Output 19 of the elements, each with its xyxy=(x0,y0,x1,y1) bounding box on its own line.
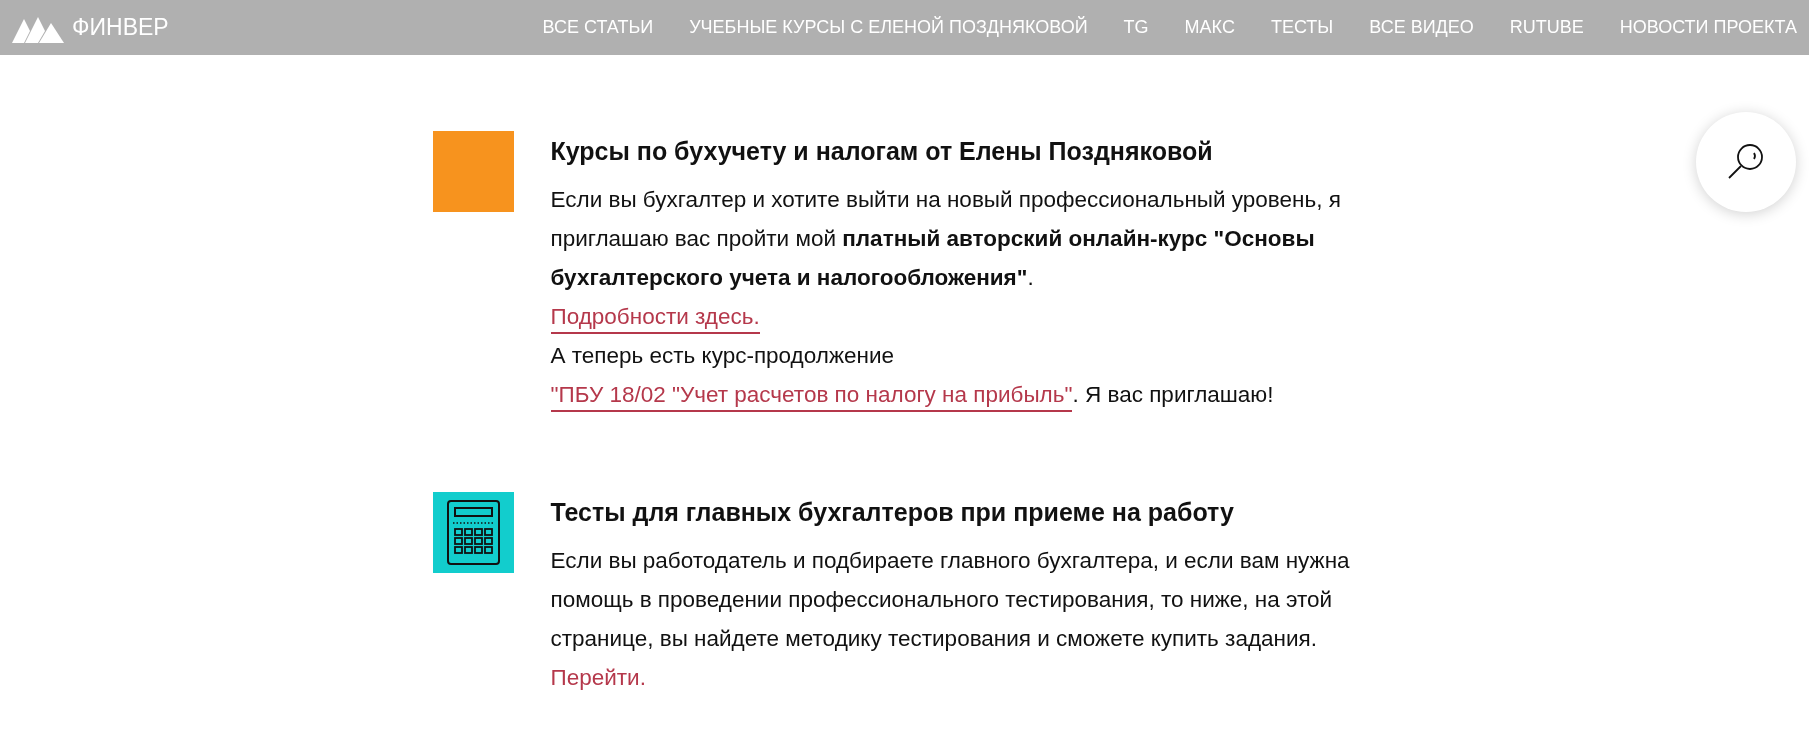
nav-link[interactable]: ВСЕ СТАТЬИ xyxy=(542,17,654,38)
section-title: Курсы по бухучету и налогам от Елены Поздняковой xyxy=(550,137,1214,166)
body-text: А теперь есть курс-продолжение "ПБУ 18/02 "Учет расчетов по налогу на прибыль". Я вас приглашаю! xyxy=(550,336,1373,414)
nav-link[interactable]: RUTUBE xyxy=(1509,17,1584,38)
logo-text: ФИНВЕР xyxy=(72,14,169,41)
search-button[interactable] xyxy=(1696,112,1796,212)
nav-link[interactable]: УЧЕБНЫЕ КУРСЫ С ЕЛЕНОЙ ПОЗДНЯКОВОЙ xyxy=(689,17,1088,38)
nav-link[interactable]: МАКС xyxy=(1184,17,1235,38)
nav-link[interactable]: ВСЕ ВИДЕО xyxy=(1369,17,1474,38)
nav-link[interactable]: НОВОСТИ ПРОЕКТА xyxy=(1619,17,1797,38)
link[interactable]: Подробности здесь. xyxy=(550,304,760,334)
nav-link[interactable]: TG xyxy=(1123,17,1149,38)
nav-link[interactable]: ТЕСТЫ xyxy=(1270,17,1334,38)
link[interactable]: Перейти. xyxy=(550,665,646,690)
calculator-icon xyxy=(432,492,514,573)
body-text: Если вы бухгалтер и хотите выйти на новый профессиональный уровень, я приглашаю вас пройти мой платный авторский онлайн-курс "Основы бухгалтерского учета и налогообложения". xyxy=(550,186,1342,292)
section-title: Тесты для главных бухгалтеров при приеме на работу xyxy=(550,498,1235,527)
body-text: Если вы работодатель и подбираете главного бухгалтера, и если вам нужна помощь в проведении профессионального тестирования, то ниже, на этой странице, вы найдете методику тестирования и сможете купить задания. Перейти. xyxy=(550,547,1351,692)
link[interactable]: "ПБУ 18/02 "Учет расчетов по налогу на прибыль" xyxy=(550,382,1073,412)
